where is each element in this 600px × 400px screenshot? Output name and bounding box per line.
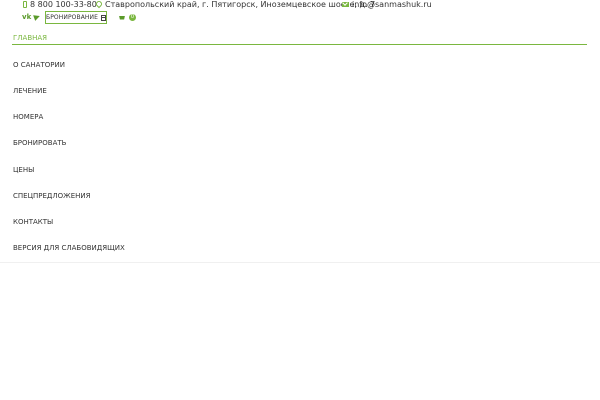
phone-icon: [23, 1, 27, 8]
telegram-icon[interactable]: [33, 13, 42, 21]
vk-icon[interactable]: vk: [22, 13, 31, 21]
phone-contact[interactable]: 8 800 100-33-80: [23, 0, 97, 9]
shopping-cart-icon: [119, 15, 125, 20]
cart-count-badge: 0: [129, 14, 136, 21]
cart-button[interactable]: 0: [119, 14, 136, 21]
address-text: Ставропольский край, г. Пятигорск, Инозе…: [105, 0, 376, 9]
menu-item-contacts[interactable]: КОНТАКТЫ: [13, 218, 53, 226]
address-contact: Ставропольский край, г. Пятигорск, Инозе…: [94, 0, 376, 9]
menu-bottom-divider: [0, 262, 600, 263]
menu-item-home[interactable]: ГЛАВНАЯ: [13, 34, 47, 42]
page: 8 800 100-33-80 Ставропольский край, г. …: [0, 0, 600, 400]
action-bar: vk БРОНИРОВАНИЕ 0: [0, 11, 600, 25]
contact-bar: 8 800 100-33-80 Ставропольский край, г. …: [0, 0, 600, 9]
booking-label: БРОНИРОВАНИЕ: [46, 14, 99, 21]
menu-item-prices[interactable]: ЦЕНЫ: [13, 166, 34, 174]
menu-item-offers[interactable]: СПЕЦПРЕДЛОЖЕНИЯ: [13, 192, 91, 200]
email-link[interactable]: info@sanmashuk.ru: [352, 0, 432, 9]
active-menu-underline: [12, 44, 587, 45]
menu-item-accessibility[interactable]: ВЕРСИЯ ДЛЯ СЛАБОВИДЯЩИХ: [13, 244, 125, 252]
menu-item-rooms[interactable]: НОМЕРА: [13, 113, 43, 121]
map-pin-icon: [94, 0, 104, 9]
envelope-icon: [342, 2, 349, 7]
menu-item-book[interactable]: БРОНИРОВАТЬ: [13, 139, 66, 147]
social-links: vk: [22, 13, 42, 21]
email-contact[interactable]: info@sanmashuk.ru: [342, 0, 432, 9]
phone-number[interactable]: 8 800 100-33-80: [30, 0, 97, 9]
booking-button[interactable]: БРОНИРОВАНИЕ: [45, 11, 107, 24]
menu-item-treatment[interactable]: ЛЕЧЕНИЕ: [13, 87, 47, 95]
menu-item-about[interactable]: О САНАТОРИИ: [13, 61, 65, 69]
calendar-icon: [101, 14, 106, 21]
